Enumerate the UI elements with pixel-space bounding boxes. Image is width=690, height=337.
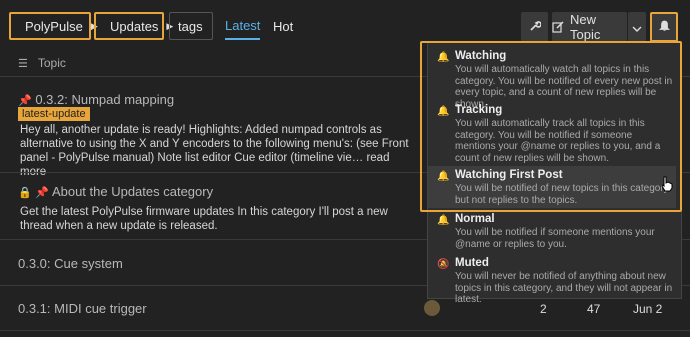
- topic-title-link[interactable]: About the Updates category: [52, 184, 213, 199]
- category-label: PolyPulse: [25, 18, 83, 34]
- list-sort-icon: ☰: [18, 57, 28, 70]
- topic-column-header: Topic: [37, 56, 66, 70]
- new-topic-button[interactable]: New Topic: [552, 12, 627, 42]
- tags-dropdown[interactable]: tags: [169, 12, 213, 40]
- bell-slash-icon: 🔕: [437, 259, 450, 270]
- option-title: Watching First Post: [455, 169, 563, 181]
- bell-icon: 🔔: [437, 215, 450, 226]
- bell-icon: 🔔: [437, 52, 450, 63]
- option-title: Tracking: [455, 104, 503, 116]
- tab-hot[interactable]: Hot: [273, 12, 293, 40]
- topic-title-link[interactable]: 0.3.1: MIDI cue trigger: [18, 301, 147, 316]
- bell-icon: 🔔: [437, 106, 450, 117]
- topic-tag[interactable]: latest-update: [18, 107, 90, 121]
- tags-label: tags: [178, 18, 203, 34]
- notification-option-muted[interactable]: 🔕 Muted You will never be notified of an…: [435, 257, 675, 305]
- category-dropdown-updates[interactable]: Updates ▶: [94, 12, 173, 40]
- topic-list-header[interactable]: ☰ Topic: [18, 56, 66, 70]
- topic-excerpt-text: Get the latest PolyPulse firmware update…: [20, 206, 388, 232]
- topic-excerpt-text: Hey all, another update is ready! Highli…: [20, 124, 409, 164]
- notification-option-watching[interactable]: 🔔 Watching You will automatically watch …: [435, 50, 675, 110]
- lock-icon: 🔒: [18, 187, 32, 199]
- category-dropdown-polypulse[interactable]: PolyPulse ▶: [9, 12, 98, 40]
- notification-option-tracking[interactable]: 🔔 Tracking You will automatically track …: [435, 104, 675, 164]
- new-topic-label: New Topic: [570, 12, 601, 42]
- topic-excerpt: Hey all, another update is ready! Highli…: [20, 123, 410, 179]
- category-notifications-button[interactable]: [650, 12, 678, 42]
- tab-latest-label: Latest: [225, 17, 261, 33]
- option-title: Normal: [455, 213, 495, 225]
- topic-title-link[interactable]: 0.3.2: Numpad mapping: [35, 92, 174, 107]
- category-admin-button[interactable]: [521, 12, 548, 42]
- topic-excerpt: Get the latest PolyPulse firmware update…: [20, 205, 410, 233]
- pencil-square-icon: [552, 21, 564, 33]
- hand-cursor-icon: [660, 176, 674, 195]
- avatar[interactable]: [424, 300, 440, 316]
- wrench-icon: [529, 20, 542, 35]
- option-description: You will be notified if someone mentions…: [455, 227, 655, 250]
- notification-option-watching-first-post[interactable]: 🔔 Watching First Post You will be notifi…: [435, 169, 675, 206]
- tab-latest[interactable]: Latest: [225, 12, 261, 40]
- option-description: You will never be notified of anything a…: [455, 271, 673, 305]
- option-title: Muted: [455, 257, 489, 269]
- notification-option-normal[interactable]: 🔔 Normal You will be notified if someone…: [435, 213, 675, 250]
- topic-title-link[interactable]: 0.3.0: Cue system: [18, 256, 123, 271]
- tab-hot-label: Hot: [273, 18, 294, 34]
- pin-icon: 📌: [35, 187, 50, 199]
- row-divider: [0, 330, 690, 331]
- option-description: You will automatically track all topics …: [455, 118, 661, 164]
- new-topic-options-button[interactable]: [628, 12, 646, 42]
- pin-icon: 📌: [18, 95, 32, 107]
- option-description: You will be notified of new topics in th…: [455, 183, 669, 206]
- topic-title-row: 📌 0.3.2: Numpad mapping: [18, 92, 174, 107]
- chevron-down-icon: [632, 20, 642, 35]
- bell-icon: 🔔: [437, 171, 450, 182]
- bell-icon: [658, 20, 670, 35]
- category-label: Updates: [110, 18, 159, 34]
- topic-title-row: 🔒 📌 About the Updates category: [18, 184, 213, 199]
- option-title: Watching: [455, 50, 507, 62]
